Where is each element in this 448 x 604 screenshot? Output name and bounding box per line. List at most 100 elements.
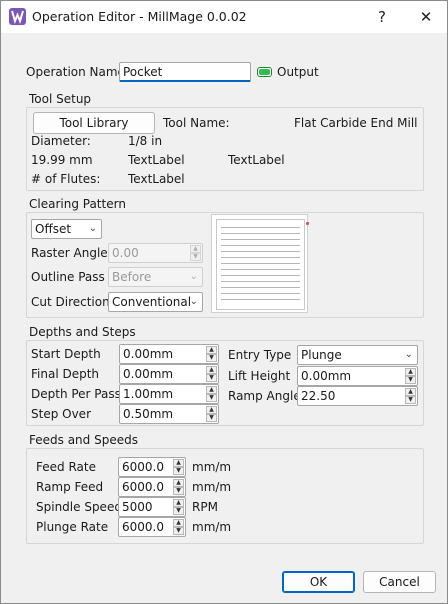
spin-down-icon[interactable]: ▼ (206, 354, 217, 362)
spin-up-icon[interactable]: ▲ (173, 479, 184, 487)
tool-setup-title: Tool Setup (29, 92, 92, 106)
ok-button[interactable]: OK (282, 571, 355, 593)
feed-rate-label: Feed Rate (36, 460, 96, 474)
tool-library-button[interactable]: Tool Library (33, 112, 155, 134)
preview-corner-marker (306, 222, 309, 225)
spin-down-icon[interactable]: ▼ (190, 253, 201, 261)
pattern-preview-image (211, 214, 309, 313)
title-bar: Operation Editor - MillMage 0.0.02 ? ✕ (1, 1, 447, 33)
outline-pass-value: Before (112, 270, 152, 284)
step-over-spinbox[interactable]: 0.50mm ▲ ▼ (119, 404, 219, 424)
spin-down-icon[interactable]: ▼ (173, 467, 184, 475)
spin-up-icon[interactable]: ▲ (405, 368, 416, 376)
spin-down-icon[interactable]: ▼ (206, 374, 217, 382)
preview-line (221, 245, 300, 246)
spin-down-icon[interactable]: ▼ (405, 376, 416, 384)
spindle-speed-unit: RPM (192, 500, 218, 514)
spin-up-icon[interactable]: ▲ (206, 366, 217, 374)
lift-height-spinbox[interactable]: 0.00mm ▲ ▼ (297, 366, 418, 386)
output-toggle-knob (259, 69, 270, 75)
operation-name-input[interactable]: Pocket (119, 62, 251, 82)
entry-type-select[interactable]: Plunge ⌄ (297, 345, 418, 365)
pattern-preview-frame (216, 219, 309, 310)
flutes-value: TextLabel (128, 172, 185, 186)
chevron-down-icon: ⌄ (189, 296, 198, 307)
chevron-down-icon: ⌄ (88, 223, 97, 234)
tool-name-label: Tool Name: (163, 116, 230, 130)
ramp-angle-stepper: ▲ ▼ (405, 388, 416, 404)
ramp-feed-value: 6000.0 (122, 480, 164, 494)
spindle-speed-spinbox[interactable]: 5000 ▲ ▼ (118, 497, 186, 517)
ramp-angle-label: Ramp Angle (228, 389, 301, 403)
lift-height-label: Lift Height (228, 369, 291, 383)
spin-down-icon[interactable]: ▼ (173, 507, 184, 515)
ramp-feed-spinbox[interactable]: 6000.0 ▲ ▼ (118, 477, 186, 497)
text-label-1: TextLabel (128, 153, 185, 167)
depths-steps-title: Depths and Steps (29, 325, 136, 339)
lift-height-stepper: ▲ ▼ (405, 368, 416, 384)
raster-angle-value: 0.00 (112, 246, 139, 260)
feed-rate-spinbox[interactable]: 6000.0 ▲ ▼ (118, 457, 186, 477)
start-depth-label: Start Depth (31, 347, 101, 361)
plunge-rate-spinbox[interactable]: 6000.0 ▲ ▼ (118, 517, 186, 537)
feed-rate-unit: mm/m (192, 460, 232, 474)
spin-up-icon[interactable]: ▲ (190, 245, 201, 253)
text-label-2: TextLabel (228, 153, 285, 167)
spindle-speed-label: Spindle Speed (36, 500, 122, 514)
raster-angle-stepper: ▲ ▼ (190, 245, 201, 261)
spin-down-icon[interactable]: ▼ (206, 394, 217, 402)
preview-line (221, 275, 300, 276)
operation-name-label: Operation Name (26, 65, 125, 79)
final-depth-spinbox[interactable]: 0.00mm ▲ ▼ (119, 364, 219, 384)
feed-rate-stepper: ▲ ▼ (173, 459, 184, 475)
entry-type-value: Plunge (301, 348, 342, 362)
preview-line (221, 257, 300, 258)
spin-up-icon[interactable]: ▲ (206, 386, 217, 394)
depth-per-pass-value: 1.00mm (123, 387, 174, 401)
depth-per-pass-stepper: ▲ ▼ (206, 386, 217, 402)
start-depth-spinbox[interactable]: 0.00mm ▲ ▼ (119, 344, 219, 364)
start-depth-value: 0.00mm (123, 347, 174, 361)
preview-line (221, 239, 300, 240)
tool-name-value: Flat Carbide End Mill (294, 116, 418, 130)
spin-down-icon[interactable]: ▼ (206, 414, 217, 422)
chevron-down-icon: ⌄ (404, 349, 413, 360)
output-toggle[interactable] (257, 67, 272, 77)
spin-down-icon[interactable]: ▼ (405, 396, 416, 404)
ramp-feed-stepper: ▲ ▼ (173, 479, 184, 495)
preview-line (221, 227, 300, 228)
outline-pass-label: Outline Pass (31, 270, 105, 284)
window-title: Operation Editor - MillMage 0.0.02 (32, 9, 247, 24)
final-depth-label: Final Depth (31, 367, 100, 381)
spin-up-icon[interactable]: ▲ (173, 459, 184, 467)
step-over-stepper: ▲ ▼ (206, 406, 217, 422)
clearing-pattern-title: Clearing Pattern (29, 197, 126, 211)
diameter-label: Diameter: (31, 134, 91, 148)
depth-per-pass-spinbox[interactable]: 1.00mm ▲ ▼ (119, 384, 219, 404)
spin-down-icon[interactable]: ▼ (173, 487, 184, 495)
preview-line (221, 233, 300, 234)
operation-editor-dialog: Operation Editor - MillMage 0.0.02 ? ✕ O… (0, 0, 448, 604)
cut-direction-label: Cut Direction (31, 295, 110, 309)
pattern-select[interactable]: Offset ⌄ (31, 219, 102, 239)
help-button[interactable]: ? (367, 5, 397, 29)
spin-up-icon[interactable]: ▲ (173, 519, 184, 527)
spin-up-icon[interactable]: ▲ (405, 388, 416, 396)
spin-down-icon[interactable]: ▼ (173, 527, 184, 535)
preview-line (221, 251, 300, 252)
spin-up-icon[interactable]: ▲ (206, 346, 217, 354)
plunge-rate-value: 6000.0 (122, 520, 164, 534)
close-icon[interactable]: ✕ (411, 5, 441, 29)
spin-up-icon[interactable]: ▲ (173, 499, 184, 507)
cancel-button[interactable]: Cancel (363, 571, 436, 593)
diameter-value: 1/8 in (128, 134, 163, 148)
ramp-angle-spinbox[interactable]: 22.50 ▲ ▼ (297, 386, 418, 406)
spin-up-icon[interactable]: ▲ (206, 406, 217, 414)
raster-angle-spinbox[interactable]: 0.00 ▲ ▼ (108, 243, 203, 263)
outline-pass-select[interactable]: Before ⌄ (108, 267, 203, 287)
step-over-label: Step Over (31, 407, 91, 421)
cut-direction-select[interactable]: Conventional ⌄ (108, 292, 203, 312)
raster-angle-label: Raster Angle (31, 246, 108, 260)
preview-line (221, 269, 300, 270)
plunge-rate-unit: mm/m (192, 520, 232, 534)
